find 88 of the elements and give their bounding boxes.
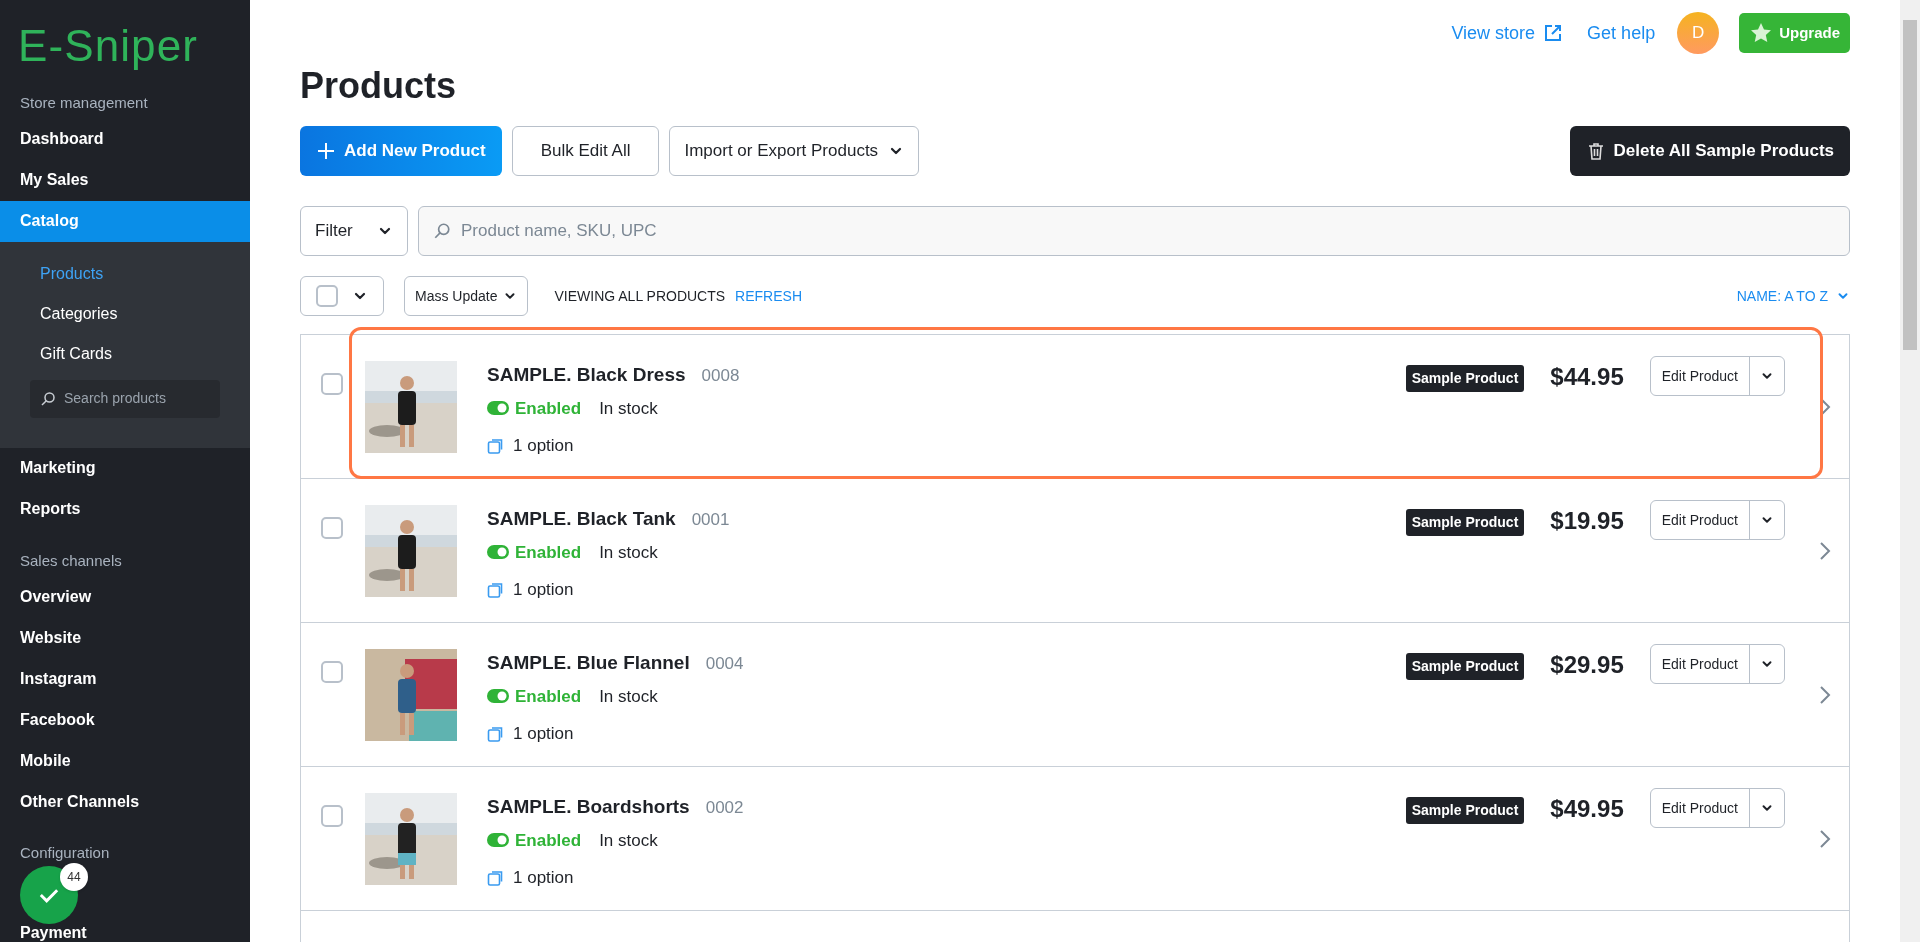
bulk-edit-button[interactable]: Bulk Edit All: [511, 126, 660, 176]
sidebar-search-input[interactable]: Search products: [64, 388, 210, 409]
search-icon: [433, 222, 451, 240]
product-search-field[interactable]: Product name, SKU, UPC: [418, 206, 1850, 256]
product-name[interactable]: SAMPLE. Boardshorts: [487, 793, 690, 822]
toggle-icon: [487, 833, 509, 848]
section-heading: Store management: [19, 93, 149, 113]
checkbox[interactable]: [321, 517, 343, 539]
product-sku: 0001: [691, 509, 730, 531]
submenu-item[interactable]: Categories: [0, 293, 250, 334]
checkbox[interactable]: [321, 373, 343, 395]
chevron-right-icon[interactable]: [1819, 685, 1831, 705]
product-row[interactable]: SAMPLE. Black Tank 0001 Enabled In stock 1 option Sample Product $19.95 Edit Product: [301, 479, 1849, 623]
product-name[interactable]: SAMPLE. Black Tank: [487, 505, 676, 534]
import-export-button[interactable]: Import or Export Products: [669, 126, 920, 176]
checkbox[interactable]: [321, 661, 343, 683]
stock-label: In stock: [599, 397, 658, 420]
toggle-icon: [487, 689, 509, 704]
status-label: Enabled: [487, 539, 582, 565]
product-price: $44.95: [1550, 365, 1624, 389]
sidebar-item[interactable]: My Sales: [0, 159, 250, 201]
viewing-label: VIEWING ALL PRODUCTS: [554, 286, 726, 306]
options-icon: [487, 436, 505, 455]
options-icon: [487, 580, 505, 599]
delete-samples-button[interactable]: Delete All Sample Products: [1569, 126, 1850, 176]
options-icon: [487, 724, 505, 743]
stock-label: In stock: [599, 685, 658, 708]
options-count: 1 option: [513, 867, 574, 889]
mass-update-dropdown[interactable]: Mass Update: [404, 276, 529, 316]
product-price: $19.95: [1550, 509, 1624, 533]
status-label: Enabled: [487, 827, 582, 853]
sample-product-tag: Sample Product: [1405, 653, 1525, 680]
product-search-input[interactable]: Product name, SKU, UPC: [461, 218, 1835, 244]
sidebar-item[interactable]: Overview: [0, 576, 250, 617]
product-price: $29.95: [1550, 653, 1624, 677]
scrollbar[interactable]: [1900, 0, 1920, 942]
product-name[interactable]: SAMPLE. Blue Flannel: [487, 649, 690, 678]
search-icon: [40, 390, 56, 407]
sample-product-tag: Sample Product: [1405, 797, 1525, 824]
sidebar-item[interactable]: Marketing: [0, 447, 250, 489]
sample-product-tag: Sample Product: [1405, 365, 1525, 392]
options-count: 1 option: [513, 723, 574, 745]
product-sku: 0004: [705, 653, 744, 675]
stock-label: In stock: [599, 829, 658, 852]
options-count: 1 option: [513, 435, 574, 457]
external-link-icon: [1543, 23, 1564, 43]
help-link[interactable]: Get help: [1587, 19, 1656, 47]
section-heading: Sales channels: [19, 550, 123, 571]
page-title: Products: [300, 68, 458, 104]
status-label: Enabled: [487, 683, 582, 709]
add-product-button[interactable]: Add New Product: [300, 126, 502, 176]
checkbox[interactable]: [316, 285, 338, 307]
sidebar-item[interactable]: Dashboard: [0, 118, 250, 160]
options-count: 1 option: [513, 579, 574, 601]
submenu-item[interactable]: Products: [0, 253, 250, 294]
sidebar-item[interactable]: Payment: [0, 912, 250, 942]
toggle-icon: [487, 401, 509, 416]
chevron-right-icon[interactable]: [1819, 541, 1831, 561]
options-icon: [487, 868, 505, 887]
section-heading: Configuration: [19, 843, 111, 863]
filter-dropdown[interactable]: Filter: [300, 206, 408, 256]
sidebar-item[interactable]: Facebook: [0, 699, 250, 740]
sidebar-item[interactable]: Other Channels: [0, 781, 250, 822]
logo: E-Sniper: [17, 20, 199, 72]
product-sku: 0002: [705, 797, 744, 819]
product-row[interactable]: SAMPLE. Blue Flannel 0004 Enabled In stock 1 option Sample Product $29.95 Edit Product: [301, 623, 1849, 767]
stock-label: In stock: [599, 541, 658, 564]
view-store-link[interactable]: View store: [1451, 19, 1564, 47]
sidebar-item[interactable]: Reports: [0, 488, 250, 530]
sidebar-item[interactable]: Mobile: [0, 740, 250, 781]
search-field[interactable]: Search products: [30, 379, 220, 418]
product-price: $49.95: [1550, 797, 1624, 821]
plus-icon: [316, 141, 336, 161]
product-sku: 0008: [701, 365, 740, 387]
toggle-icon: [487, 545, 509, 560]
product-row[interactable]: SAMPLE. Black Dress 0008 Enabled In stock 1 option Sample Product $44.95 Edit Product: [301, 335, 1849, 479]
status-label: Enabled: [487, 395, 582, 421]
sample-product-tag: Sample Product: [1405, 509, 1525, 536]
sidebar-item[interactable]: Website: [0, 617, 250, 658]
product-name[interactable]: SAMPLE. Black Dress: [487, 361, 686, 390]
product-row[interactable]: SAMPLE. Boardshorts 0002 Enabled In stock 1 option Sample Product $49.95 Edit Product: [301, 767, 1849, 911]
submenu-item[interactable]: Gift Cards: [0, 333, 250, 374]
select-all-dropdown[interactable]: [300, 276, 384, 316]
chevron-right-icon[interactable]: [1819, 829, 1831, 849]
refresh-link[interactable]: REFRESH: [735, 285, 802, 307]
checkbox[interactable]: [321, 805, 343, 827]
star-icon: [1749, 21, 1774, 45]
sidebar-item[interactable]: Instagram: [0, 658, 250, 699]
